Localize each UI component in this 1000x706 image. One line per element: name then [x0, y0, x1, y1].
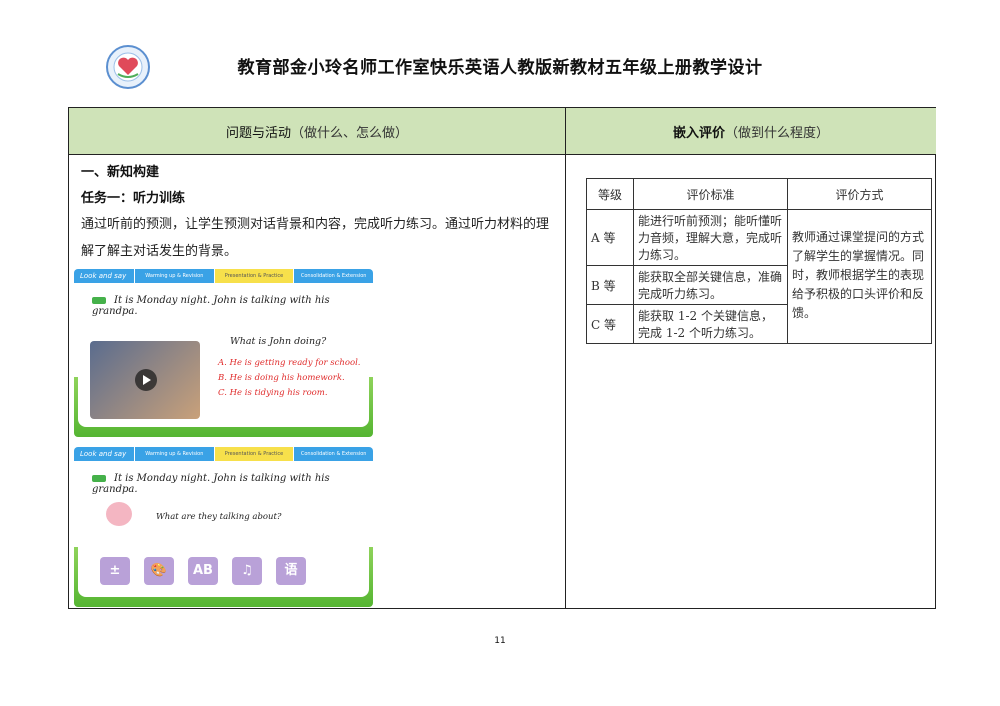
- slide-question: What is John doing?: [230, 336, 327, 347]
- slide-tab-consolidation: Consolidation & Extension: [293, 447, 373, 461]
- green-marker-icon: [92, 475, 106, 482]
- slide-tab-look: Look and say: [80, 450, 127, 458]
- art-icon: 🎨: [144, 557, 174, 585]
- green-marker-icon: [92, 297, 106, 304]
- grade-c: C 等: [586, 304, 634, 344]
- evaluation-table: 等级 评价标准 评价方式 A 等 能进行听前预测；能听懂听力音频，理解大意，完成…: [586, 178, 932, 344]
- option-c: C. He is tidying his room.: [218, 388, 328, 398]
- slide-nav-bar: Look and say Warming up & Revision Prese…: [74, 269, 373, 283]
- slide-sentence: It is Monday night. John is talking with…: [92, 473, 330, 495]
- slide-tab-presentation: Presentation & Practice: [213, 269, 294, 283]
- grade-a: A 等: [586, 209, 634, 266]
- slide-nav-bar: Look and say Warming up & Revision Prese…: [74, 447, 373, 461]
- criteria-a: 能进行听前预测；能听懂听力音频，理解大意，完成听力练习。: [633, 209, 788, 266]
- option-b: B. He is doing his homework.: [218, 373, 345, 383]
- task-description: 通过听前的预测，让学生预测对话背景和内容，完成听力练习。通过听力材料的理解了解主…: [81, 217, 550, 259]
- table-row: 等级 评价标准 评价方式: [586, 178, 932, 210]
- option-a: A. He is getting ready for school.: [218, 358, 361, 368]
- criteria-c: 能获取 1-2 个关键信息，完成 1-2 个听力练习。: [633, 304, 788, 344]
- evaluation-header-sub: （做到什么程度）: [725, 125, 830, 141]
- slide-tab-presentation: Presentation & Practice: [213, 447, 294, 461]
- music-icon: ♫: [232, 557, 262, 585]
- activities-header: 问题与活动 （做什么、怎么做）: [69, 108, 565, 155]
- section-heading: 一、新知构建: [81, 165, 160, 180]
- grade-b: B 等: [586, 265, 634, 305]
- english-icon: AB: [188, 557, 218, 585]
- evaluation-cell: 等级 评价标准 评价方式 A 等 能进行听前预测；能听懂听力音频，理解大意，完成…: [566, 155, 936, 609]
- slide-tab-warmup: Warming up & Revision: [134, 447, 214, 461]
- studio-logo: [106, 45, 150, 89]
- method-text: 教师通过课堂提问的方式了解学生的掌握情况。同时，教师根据学生的表现给予积极的口头…: [787, 209, 932, 344]
- slide-sentence: It is Monday night. John is talking with…: [92, 295, 330, 317]
- evaluation-header-label: 嵌入评价: [672, 125, 725, 141]
- chinese-icon: 语: [276, 557, 306, 585]
- video-thumbnail[interactable]: [90, 341, 200, 419]
- table-row: A 等 能进行听前预测；能听懂听力音频，理解大意，完成听力练习。 教师通过课堂提…: [586, 209, 932, 344]
- activities-header-label: 问题与活动: [225, 125, 291, 141]
- col-grade: 等级: [586, 178, 634, 210]
- page-title: 教育部金小玲名师工作室快乐英语人教版新教材五年级上册教学设计: [237, 58, 763, 78]
- slide-question: What are they talking about?: [156, 512, 282, 522]
- col-criteria: 评价标准: [633, 178, 788, 210]
- col-method: 评价方式: [787, 178, 932, 210]
- slide-tab-warmup: Warming up & Revision: [134, 269, 214, 283]
- slide-content: It is Monday night. John is talking with…: [78, 286, 369, 427]
- brain-icon: [106, 502, 132, 526]
- slide-tab-consolidation: Consolidation & Extension: [293, 269, 373, 283]
- play-icon[interactable]: [135, 369, 157, 391]
- lesson-table: 问题与活动 （做什么、怎么做） 嵌入评价 （做到什么程度） 一、新知构建 任务一…: [68, 107, 936, 609]
- slide-listening-2: Look and say Warming up & Revision Prese…: [74, 447, 373, 607]
- slide-sentence-row: It is Monday night. John is talking with…: [92, 473, 369, 495]
- page-number: 11: [494, 636, 506, 646]
- slide-tab-look: Look and say: [80, 272, 127, 280]
- activities-header-sub: （做什么、怎么做）: [291, 125, 409, 141]
- criteria-b: 能获取全部关键信息，准确完成听力练习。: [633, 265, 788, 305]
- evaluation-header: 嵌入评价 （做到什么程度）: [566, 108, 936, 155]
- math-icon: ±: [100, 557, 130, 585]
- slide-content: It is Monday night. John is talking with…: [78, 464, 369, 597]
- slide-listening-1: Look and say Warming up & Revision Prese…: [74, 269, 373, 437]
- slide-sentence-row: It is Monday night. John is talking with…: [92, 295, 369, 317]
- task-heading: 任务一：听力训练: [81, 191, 186, 206]
